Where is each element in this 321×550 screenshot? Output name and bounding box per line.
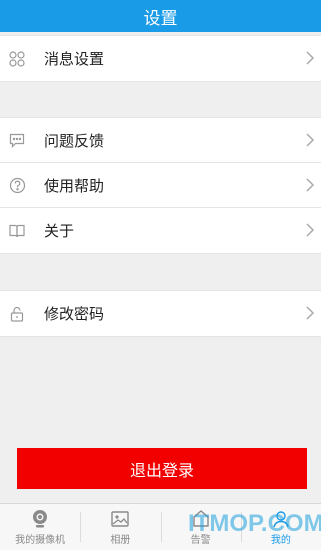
book-icon bbox=[8, 222, 26, 240]
chevron-right-icon bbox=[306, 51, 315, 65]
feedback-chat-icon bbox=[8, 131, 26, 149]
row-label: 修改密码 bbox=[44, 305, 105, 323]
logout-button[interactable]: 退出登录 bbox=[17, 448, 307, 489]
settings-group-support: 问题反馈 使用帮助 关于 bbox=[0, 117, 321, 254]
row-message-settings[interactable]: 消息设置 bbox=[0, 36, 321, 81]
row-label: 问题反馈 bbox=[44, 131, 105, 150]
chevron-right-icon bbox=[306, 178, 315, 192]
tab-label: 我的 bbox=[270, 535, 291, 546]
tab-album[interactable]: 相册 bbox=[80, 504, 160, 550]
camera-icon bbox=[33, 510, 48, 528]
row-about[interactable]: 关于 bbox=[0, 208, 321, 253]
tab-label: 告警 bbox=[190, 535, 211, 546]
help-question-icon bbox=[8, 176, 26, 194]
row-feedback[interactable]: 问题反馈 bbox=[0, 118, 321, 163]
row-change-password[interactable]: 修改密码 bbox=[0, 291, 321, 336]
tab-label: 我的摄像机 bbox=[15, 535, 66, 546]
photo-album-icon bbox=[111, 511, 130, 527]
tab-mine[interactable]: 我的 bbox=[240, 504, 321, 550]
header-bar: 设置 bbox=[0, 0, 321, 32]
bottom-tab-bar: 我的摄像机 相册 告警 我的 bbox=[0, 503, 321, 550]
row-help[interactable]: 使用帮助 bbox=[0, 163, 321, 208]
alarm-icon bbox=[192, 510, 209, 527]
settings-group-messages: 消息设置 bbox=[0, 35, 321, 82]
row-label: 关于 bbox=[44, 222, 75, 240]
chevron-right-icon bbox=[306, 223, 315, 237]
row-label: 消息设置 bbox=[44, 50, 105, 68]
lock-icon bbox=[8, 305, 26, 323]
tab-my-cameras[interactable]: 我的摄像机 bbox=[0, 504, 80, 550]
chevron-right-icon bbox=[306, 133, 315, 147]
page-title: 设置 bbox=[143, 8, 178, 29]
tab-alarm[interactable]: 告警 bbox=[160, 504, 241, 550]
row-label: 使用帮助 bbox=[44, 176, 105, 195]
user-icon bbox=[273, 511, 289, 528]
apps-grid-icon bbox=[8, 50, 26, 68]
settings-group-account: 修改密码 bbox=[0, 290, 321, 337]
chevron-right-icon bbox=[306, 306, 315, 320]
tab-label: 相册 bbox=[110, 535, 131, 546]
